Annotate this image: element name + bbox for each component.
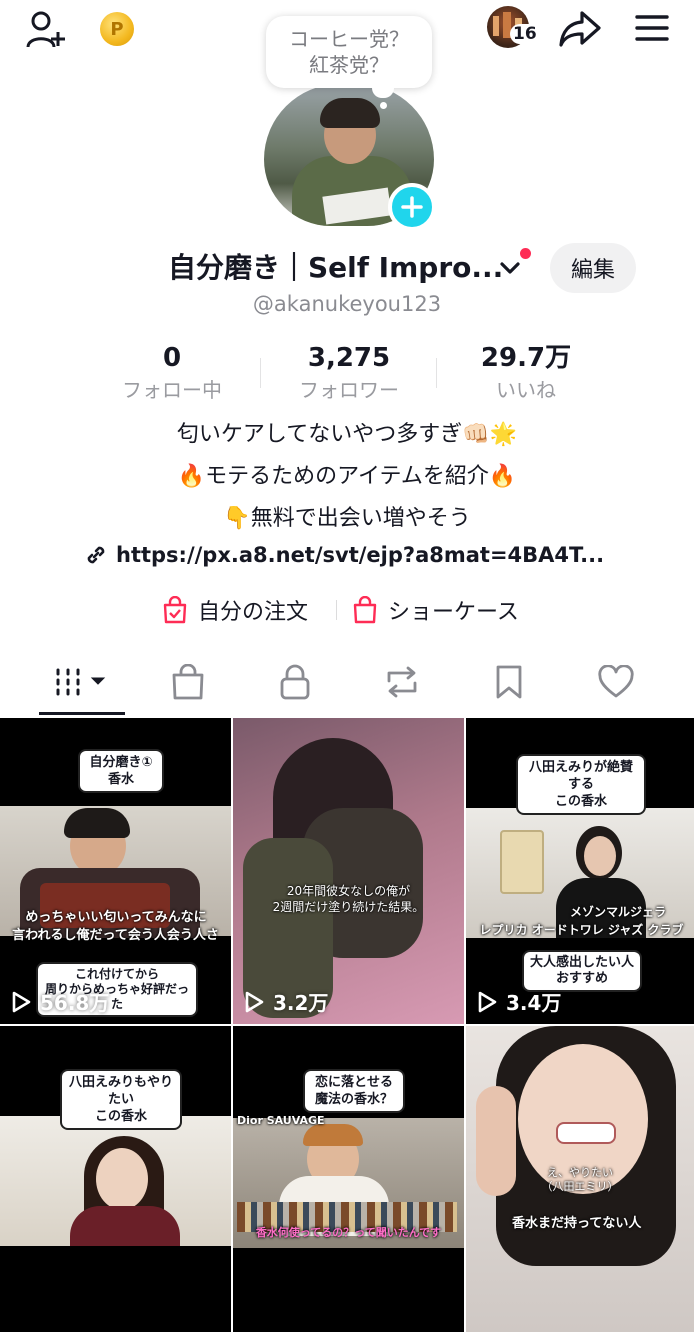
showcase-label: ショーケース <box>388 600 519 625</box>
video-caption: 八田えみりが絶賛する この香水 <box>518 756 644 813</box>
bio-link[interactable]: https://px.a8.net/svt/ejp?a8mat=4BA4T... <box>84 540 604 570</box>
tab-videos[interactable] <box>52 660 112 704</box>
repost-icon <box>387 666 417 698</box>
stat-likes[interactable]: 29.7万 いいね <box>436 340 616 404</box>
video-overlay-text: レプリカ オードトワレ ジャズ クラブ <box>479 923 684 937</box>
coin-icon[interactable]: P <box>100 12 134 46</box>
order-bag-icon <box>163 596 187 624</box>
video-overlay-text: メゾンマルジェラ <box>569 905 666 919</box>
shopping-bag-icon <box>172 664 204 700</box>
video-thumbnail[interactable]: 八田えみりが絶賛する この香水 メゾンマルジェラ レプリカ オードトワレ ジャズ… <box>466 718 694 1024</box>
menu-icon[interactable] <box>630 10 674 46</box>
video-overlay-text: 香水何使ってるの？って聞いたんです <box>255 1226 442 1239</box>
video-overlay-text: 香水まだ持ってない人 <box>512 1216 642 1231</box>
video-caption: 八田えみりもやりたい この香水 <box>62 1071 180 1128</box>
video-thumbnail[interactable]: 20年間彼女なしの俺が 2週間だけ塗り続けた結果。 3.2万 <box>233 718 464 1024</box>
video-sub-caption: 大人感出したい人 おすすめ <box>524 952 640 990</box>
video-overlay-text: 20年間彼女なしの俺が <box>286 884 411 898</box>
bubble-dot <box>380 102 387 109</box>
view-count: 56.8万 <box>10 987 109 1016</box>
following-label: フォロー中 <box>122 378 222 402</box>
video-thumbnail[interactable]: 自分磨き① 香水 めっちゃいい匂いってみんなに 言われるし俺だって会う人会う人さ… <box>0 718 231 1024</box>
tab-private[interactable] <box>265 660 325 704</box>
stat-following[interactable]: 0 フォロー中 <box>82 340 262 404</box>
tab-shop[interactable] <box>158 660 218 704</box>
play-icon <box>245 991 264 1012</box>
bubble-line-2: 紅茶党？ <box>309 53 389 77</box>
video-overlay-text: 2週間だけ塗り続けた結果。 <box>272 900 425 914</box>
video-overlay-text: 言われるし俺だって会う人会う人さ <box>12 928 219 943</box>
video-thumbnail[interactable]: 八田えみりもやりたい この香水 <box>0 1026 231 1332</box>
bookmark-icon <box>496 665 522 699</box>
showcase-button[interactable]: ショーケース <box>352 594 519 626</box>
following-count: 0 <box>162 343 182 373</box>
video-caption: 自分磨き① 香水 <box>80 751 162 791</box>
notification-dot <box>520 248 531 259</box>
chevron-down-icon[interactable] <box>498 258 522 282</box>
video-overlay-text: （八田エミリ） <box>541 1180 619 1193</box>
video-overlay-text: Dior SAUVAGE <box>237 1114 325 1127</box>
video-caption: 恋に落とせる 魔法の香水？ <box>305 1071 403 1111</box>
likes-label: いいね <box>496 378 556 402</box>
add-avatar-button[interactable] <box>388 183 436 231</box>
tab-reposts[interactable] <box>372 660 432 704</box>
shop-divider <box>336 600 337 620</box>
display-name[interactable]: 自分磨き｜Self Impro... <box>168 248 503 288</box>
question-bubble[interactable]: コーヒー党？ 紅茶党？ <box>266 16 432 88</box>
bio-line-3: 👇無料で出会い増やそう <box>223 506 471 531</box>
bio-line-2: 🔥モテるためのアイテムを紹介🔥 <box>177 464 517 489</box>
bio-line-1: 匂いケアしてないやつ多すぎ👊🏻🌟 <box>176 422 518 447</box>
bio-link-text: https://px.a8.net/svt/ejp?a8mat=4BA4T... <box>116 543 605 567</box>
view-count: 3.2万 <box>243 987 328 1016</box>
edit-profile-button[interactable]: 編集 <box>550 243 636 293</box>
play-icon <box>12 991 31 1012</box>
likes-count: 29.7万 <box>480 343 572 373</box>
add-friend-icon[interactable] <box>24 8 68 52</box>
video-thumbnail[interactable]: 恋に落とせる 魔法の香水？ Dior SAUVAGE 香水何使ってるの？って聞い… <box>233 1026 464 1332</box>
bubble-line-1: コーヒー党？ <box>289 27 409 51</box>
username-handle: @akanukeyou123 <box>252 292 442 316</box>
followers-label: フォロワー <box>299 378 399 402</box>
lock-icon <box>280 664 310 700</box>
my-orders-button[interactable]: 自分の注文 <box>162 594 308 626</box>
grid-icon <box>56 668 106 696</box>
video-overlay-text: めっちゃいい匂いってみんなに <box>25 910 207 925</box>
video-thumbnail[interactable]: え、やりたい （八田エミリ） 香水まだ持ってない人 <box>466 1026 694 1332</box>
showcase-bag-icon <box>353 596 377 624</box>
link-icon <box>87 546 105 564</box>
notification-count-badge: 16 <box>510 24 540 44</box>
heart-icon <box>598 665 634 698</box>
stat-followers[interactable]: 3,275 フォロワー <box>259 340 439 404</box>
tab-liked[interactable] <box>586 660 646 704</box>
followers-count: 3,275 <box>307 343 391 373</box>
share-icon[interactable] <box>556 8 604 50</box>
active-tab-indicator <box>39 712 125 715</box>
view-count: 3.4万 <box>476 987 561 1016</box>
play-icon <box>478 991 497 1012</box>
tab-saved[interactable] <box>479 660 539 704</box>
my-orders-label: 自分の注文 <box>198 600 309 625</box>
